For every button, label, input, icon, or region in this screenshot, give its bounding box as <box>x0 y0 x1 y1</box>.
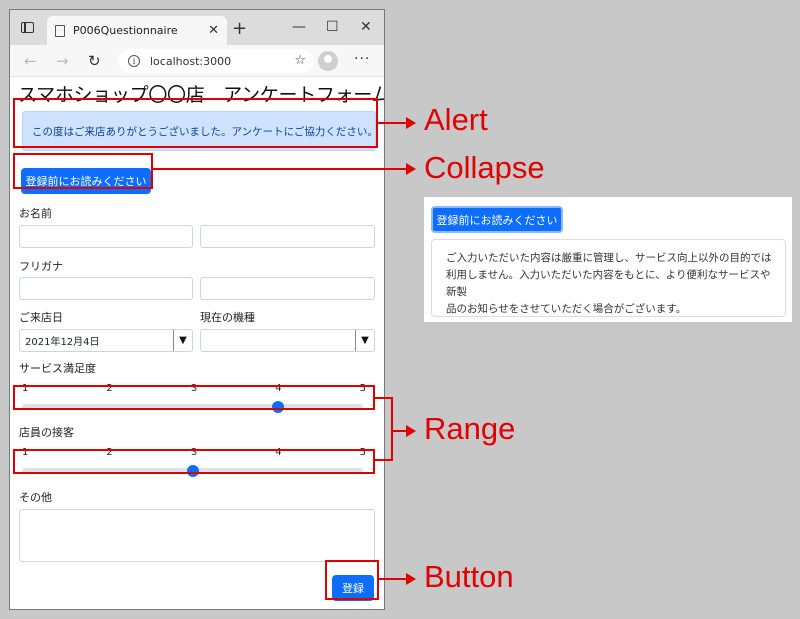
address-bar[interactable]: i localhost:3000 ☆ <box>118 49 314 73</box>
furigana-label: フリガナ <box>19 260 63 273</box>
collapse-annotation-label: Collapse <box>424 150 545 185</box>
tab-close-icon[interactable]: ✕ <box>208 23 219 38</box>
alert-highlight-box <box>13 98 378 148</box>
range-highlight-box-2 <box>13 449 375 474</box>
collapse-highlight-box <box>13 153 153 189</box>
new-tab-icon[interactable]: + <box>232 18 247 39</box>
back-icon[interactable]: ← <box>24 52 37 70</box>
close-window-icon[interactable]: ✕ <box>360 19 372 35</box>
other-textarea[interactable] <box>19 509 375 562</box>
alert-arrow-icon <box>378 117 416 129</box>
model-select[interactable]: ▼ <box>200 329 375 352</box>
range-highlight-box-1 <box>13 385 375 410</box>
collapse-arrow-icon <box>153 163 416 175</box>
forward-icon[interactable]: → <box>56 52 69 70</box>
more-icon[interactable]: ··· <box>354 51 370 67</box>
visit-date-value: 2021年12月4日 <box>25 337 100 348</box>
range-annotation-label: Range <box>424 411 516 446</box>
model-label: 現在の機種 <box>200 311 255 324</box>
name-label: お名前 <box>19 207 52 220</box>
maximize-icon[interactable]: ☐ <box>326 19 339 35</box>
collapse-text-line: 利用しません。入力いただいた内容をもとに、より便利なサービスや新製 <box>446 269 771 298</box>
button-annotation-label: Button <box>424 559 514 594</box>
first-name-input[interactable] <box>200 225 375 248</box>
dropdown-arrow-icon[interactable]: ▼ <box>173 330 192 351</box>
last-name-kana-input[interactable] <box>19 277 193 300</box>
button-highlight-box <box>325 560 379 600</box>
staff-label: 店員の接客 <box>19 426 74 439</box>
collapse-text-line: ご入力いただいた内容は厳重に管理し、サービス向上以外の目的では <box>446 252 772 264</box>
profile-avatar[interactable] <box>318 51 338 71</box>
collapse-preview-panel: 登録前にお読みください ご入力いただいた内容は厳重に管理し、サービス向上以外の目… <box>424 197 792 322</box>
satisfaction-label: サービス満足度 <box>19 362 96 375</box>
tab-actions-icon[interactable] <box>21 22 34 33</box>
page-icon <box>55 24 65 37</box>
collapse-text-line: 品のお知らせをさせていただく場合がございます。 <box>446 303 687 315</box>
first-name-kana-input[interactable] <box>200 277 375 300</box>
tab-bar: P006Questionnaire ✕ + — ☐ ✕ <box>10 10 384 45</box>
visit-date-select[interactable]: 2021年12月4日 ▼ <box>19 329 193 352</box>
visit-date-label: ご来店日 <box>19 311 63 324</box>
range-bracket <box>375 397 393 461</box>
site-info-icon[interactable]: i <box>128 55 140 67</box>
range-arrow-icon <box>393 425 416 437</box>
alert-annotation-label: Alert <box>424 102 488 137</box>
tab-title: P006Questionnaire <box>73 24 178 37</box>
reload-icon[interactable]: ↻ <box>88 52 101 70</box>
collapse-card: ご入力いただいた内容は厳重に管理し、サービス向上以外の目的では 利用しません。入… <box>431 239 786 317</box>
preview-collapse-button[interactable]: 登録前にお読みください <box>431 206 563 233</box>
navigation-bar: ← → ↻ i localhost:3000 ☆ ··· <box>10 45 384 77</box>
last-name-input[interactable] <box>19 225 193 248</box>
favorite-icon[interactable]: ☆ <box>294 53 306 68</box>
minimize-icon[interactable]: — <box>292 19 306 35</box>
url-text: localhost:3000 <box>150 54 232 68</box>
browser-tab[interactable]: P006Questionnaire ✕ <box>47 16 227 45</box>
other-label: その他 <box>19 491 52 504</box>
dropdown-arrow-icon[interactable]: ▼ <box>355 330 374 351</box>
button-arrow-icon <box>379 573 416 585</box>
